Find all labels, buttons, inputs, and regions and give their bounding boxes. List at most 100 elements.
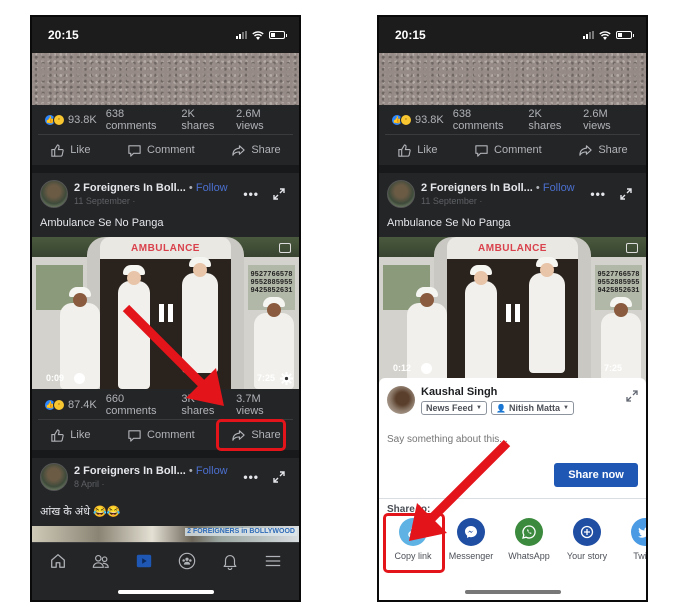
your-story-button[interactable]: Your story [559,518,615,561]
notifications-bell-icon[interactable] [221,552,239,570]
share-label: Share [251,429,281,441]
post-meta: 2 Foreigners In Boll... • Follow 8 April… [74,465,243,489]
destination-dropdown[interactable]: News Feed ▼ [421,401,487,415]
previous-post-image [379,53,646,105]
like-button[interactable]: Like [44,424,96,447]
status-icons [583,30,634,40]
page-name[interactable]: 2 Foreigners In Boll... [421,182,533,194]
person-left [407,287,447,389]
user-name: Kaushal Singh [421,386,498,398]
menu-icon[interactable] [264,552,282,570]
phone-screen-right: 20:15 👍 ᵕ 93.8K 638 comments 2K shares 2.… [377,15,648,602]
twitter-button[interactable]: Twitte [617,518,646,561]
home-icon[interactable] [49,552,67,570]
more-options-icon[interactable]: ••• [243,470,259,484]
post-date[interactable]: 8 April · [74,479,243,489]
messenger-button[interactable]: Messenger [443,518,499,561]
video-player[interactable]: 9527766578 9552885955 9425852631 AMBULAN… [379,237,646,389]
comment-button[interactable]: Comment [121,424,201,447]
audience-dropdown[interactable]: 👤 Nitish Matta ▼ [490,401,574,415]
shares-count[interactable]: 2K shares [528,108,574,132]
share-button[interactable]: Share [225,139,286,162]
shares-count[interactable]: 2K shares [181,108,227,132]
home-indicator [117,590,214,594]
link-icon [399,518,427,546]
video-post-stats: 👍 ᵕ 87.4K 660 comments 3K shares 3.7M vie… [38,390,293,420]
page-name[interactable]: 2 Foreigners In Boll... [74,182,186,194]
copy-link-button[interactable]: Copy link [385,518,441,561]
views-count: 2.6M views [236,107,264,132]
watch-icon[interactable] [135,552,153,570]
next-post-header: 2 Foreigners In Boll... • Follow 8 April… [32,460,299,494]
post-date[interactable]: 11 September · [74,196,243,206]
video-player[interactable]: 9527766578 9552885955 9425852631 AMBULAN… [32,237,299,389]
wifi-icon [252,30,264,40]
reactions-icons[interactable]: 👍 ᵕ [44,113,65,126]
whatsapp-button[interactable]: WhatsApp [501,518,557,561]
cast-icon[interactable] [626,243,638,253]
reactions-count[interactable]: 87.4K [68,399,97,411]
expand-icon[interactable] [620,188,632,200]
share-button[interactable]: Share [572,139,633,162]
comment-icon [475,144,488,157]
expand-sheet-icon[interactable] [626,390,638,402]
follow-button[interactable]: Follow [196,465,228,477]
video-share-button[interactable]: Share [225,424,286,447]
post-caption: Ambulance Se No Panga [40,217,164,229]
like-label: Like [417,144,438,156]
follow-button[interactable]: Follow [196,182,228,194]
thumbnail-badge: 2 FOREIGNERS in BOLLYWOOD [185,528,297,536]
post-date[interactable]: 11 September · [421,196,590,206]
haha-reaction-icon: ᵕ [400,113,412,126]
gear-icon[interactable] [280,372,293,385]
person-center-left [465,265,497,389]
follow-button[interactable]: Follow [543,182,575,194]
comment-button[interactable]: Comment [121,139,201,162]
share-now-button[interactable]: Share now [554,463,638,487]
phone-screen-left: 20:15 👍 ᵕ 93.8K 638 comments 2K shares 2.… [30,15,301,602]
status-bar: 20:15 [32,17,299,53]
share-message-input[interactable] [387,434,587,445]
comment-button[interactable]: Comment [468,139,548,162]
reactions-count[interactable]: 93.8K [415,114,444,126]
reactions-count[interactable]: 93.8K [68,114,97,126]
comments-count[interactable]: 660 comments [106,393,173,417]
like-button[interactable]: Like [391,139,443,162]
feed-divider [32,165,299,173]
video-scrubber[interactable] [421,363,432,374]
comment-label: Comment [494,144,542,156]
post-meta: 2 Foreigners In Boll... • Follow 11 Sept… [421,182,590,206]
expand-icon[interactable] [273,188,285,200]
share-sheet: Kaushal Singh News Feed ▼ 👤 Nitish Matta… [379,378,646,600]
more-options-icon[interactable]: ••• [243,187,259,201]
friends-icon[interactable] [92,552,110,570]
pause-icon[interactable] [505,304,520,322]
pause-icon[interactable] [158,304,173,322]
shares-count[interactable]: 3K shares [181,393,227,417]
page-avatar[interactable] [40,180,68,208]
person-icon: 👤 [495,403,506,413]
status-icons [236,30,287,40]
like-button[interactable]: Like [44,139,96,162]
page-avatar[interactable] [387,180,415,208]
share-icon [579,144,592,156]
views-count: 3.7M views [236,392,264,417]
groups-icon[interactable] [178,552,196,570]
status-time: 20:15 [48,28,79,42]
caret-down-icon: ▼ [562,405,569,411]
person-center-right [182,257,218,373]
page-avatar[interactable] [40,463,68,491]
expand-icon[interactable] [273,471,285,483]
audience-label: Nitish Matta [508,403,560,413]
page-name[interactable]: 2 Foreigners In Boll... [74,465,186,477]
post-stats: 👍 ᵕ 93.8K 638 comments 2K shares 2.6M vie… [38,105,293,135]
post-stats: 👍 ᵕ 93.8K 638 comments 2K shares 2.6M vie… [385,105,640,135]
reactions-icons[interactable]: 👍 ᵕ [44,398,65,411]
cast-icon[interactable] [279,243,291,253]
video-scrubber[interactable] [74,373,85,384]
separator-dot: • [188,465,193,477]
comments-count[interactable]: 638 comments [453,108,520,132]
reactions-icons[interactable]: 👍 ᵕ [391,113,412,126]
comments-count[interactable]: 638 comments [106,108,173,132]
more-options-icon[interactable]: ••• [590,187,606,201]
